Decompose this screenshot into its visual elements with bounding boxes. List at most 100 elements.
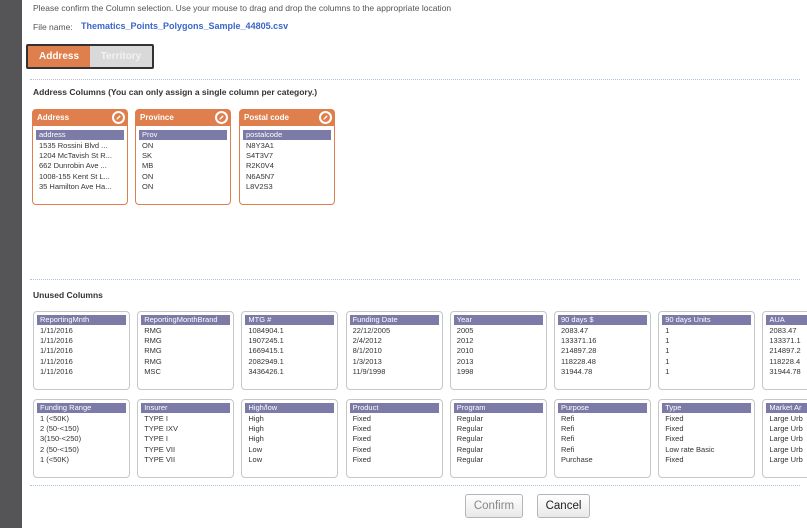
divider: [30, 79, 800, 80]
edit-category-button[interactable]: [319, 111, 332, 124]
column-cell: 214897.2: [769, 346, 801, 356]
column-cell: 1535 Rossini Blvd ...: [39, 141, 108, 150]
column-header[interactable]: ReportingMnth: [37, 315, 126, 325]
column-cell: 1/11/2016: [40, 356, 73, 366]
column-cell: 1/11/2016: [40, 326, 73, 335]
unused-column-card[interactable]: ReportingMonthBrand RMG RMG RMG RMG MSC: [137, 311, 235, 390]
column-cell: Fixed: [665, 424, 684, 434]
column-header[interactable]: Insurer: [141, 403, 231, 413]
column-cell: 1 (<50K): [40, 454, 69, 464]
unused-column-card[interactable]: 90 days Units 1 1 1 1 1: [658, 311, 756, 390]
column-header[interactable]: ReportingMonthBrand: [141, 315, 231, 325]
column-cell: 1204 McTavish St R...: [39, 151, 112, 161]
column-cell: RMG: [144, 346, 162, 356]
column-header[interactable]: Program: [453, 403, 543, 413]
column-header[interactable]: address: [36, 130, 124, 140]
column-header[interactable]: High/low: [245, 403, 335, 413]
column-cell: Refi: [561, 434, 575, 444]
column-cell: 2010: [456, 346, 474, 356]
column-rows: ON SK MB ON ON: [142, 141, 227, 192]
column-cell: TYPE I: [144, 434, 168, 444]
category-label: Address: [37, 113, 70, 122]
unused-column-card[interactable]: Purpose Refi Refi Refi Refi Purchase: [554, 399, 651, 478]
column-header[interactable]: Funding Date: [349, 315, 439, 325]
column-header[interactable]: Prov: [139, 130, 227, 140]
column-cell: Fixed: [665, 414, 684, 423]
column-header[interactable]: Product: [349, 403, 439, 413]
column-header[interactable]: Funding Range: [37, 403, 126, 413]
column-header[interactable]: Purpose: [558, 403, 647, 413]
column-cell: Regular: [456, 414, 484, 423]
column-rows: 1084904.1 1907245.1 1669415.1 2082949.1 3436…: [248, 326, 334, 377]
column-rows: Fixed Fixed Fixed Fixed Fixed: [353, 414, 439, 465]
column-cell: 2 (50-<150): [40, 444, 79, 454]
tab-address[interactable]: Address: [28, 46, 90, 67]
confirm-button[interactable]: Confirm: [465, 494, 523, 518]
column-cell: 1 (<50K): [40, 414, 69, 423]
column-cell: 2083.47: [769, 326, 797, 335]
column-cell: 1084904.1: [248, 326, 284, 335]
unused-column-card[interactable]: Year 2005 2012 2010 2013 1998: [449, 311, 547, 390]
unused-column-card[interactable]: ReportingMnth 1/11/2016 1/11/2016 1/11/2016…: [33, 311, 130, 390]
unused-column-card[interactable]: MTG #1084904.1 1907245.1 1669415.1 2082949.…: [241, 311, 339, 390]
unused-column-card[interactable]: Type Fixed Fixed Fixed Low rate Basic Fixed: [658, 399, 756, 478]
column-header[interactable]: AUA: [766, 315, 807, 325]
column-cell: 1: [665, 356, 670, 366]
column-cell: Regular: [456, 424, 484, 434]
column-header[interactable]: Type: [662, 403, 752, 413]
column-cell: Fixed: [665, 434, 684, 444]
column-cell: Large Urb: [769, 424, 803, 434]
category-header: Address: [33, 110, 127, 126]
unused-column-card[interactable]: Product Fixed Fixed Fixed Fixed Fixed: [345, 399, 443, 478]
column-header[interactable]: MTG #: [245, 315, 335, 325]
column-rows: Large Urb Large Urb Large Urb Large Urb Larg…: [769, 414, 807, 465]
column-cell: MSC: [144, 366, 161, 376]
column-rows: N8Y3A1 S4T3V7 R2K0V4 N6A5N7 L8V2S3: [246, 141, 331, 192]
column-rows: 11111: [665, 326, 751, 377]
column-header[interactable]: 90 days Units: [662, 315, 752, 325]
column-cell: 1998: [456, 366, 474, 376]
column-cell: Large Urb: [769, 434, 803, 444]
column-cell: 3436426.1: [248, 366, 284, 376]
edit-category-button[interactable]: [215, 111, 228, 124]
column-cell: Regular: [456, 444, 484, 454]
unused-column-card[interactable]: High/low High High High Low Low: [241, 399, 339, 478]
column-cell: RMG: [144, 326, 162, 335]
column-header[interactable]: Market Ar: [766, 403, 807, 413]
tab-territory[interactable]: Territory: [90, 46, 152, 67]
column-cell: RMG: [144, 336, 162, 346]
column-cell: ON: [142, 181, 154, 191]
unused-column-card[interactable]: Funding Date 22/12/2005 2/4/2012 8/1/2010 1/…: [345, 311, 443, 390]
column-cell: ON: [142, 171, 154, 181]
unused-column-card[interactable]: 90 days $2083.47 133371.16 214897.28 118228…: [554, 311, 651, 390]
category-label: Postal code: [244, 113, 289, 122]
category-label: Province: [140, 113, 174, 122]
column-cell: L8V2S3: [246, 181, 273, 191]
column-cell: Large Urb: [769, 444, 803, 454]
column-cell: Fixed: [352, 414, 371, 423]
column-header[interactable]: 90 days $: [558, 315, 647, 325]
unused-column-card[interactable]: Funding Range 1 (<50K) 2 (50-<150) 3(150-<2…: [33, 399, 130, 478]
column-header[interactable]: postalcode: [243, 130, 331, 140]
column-cell: 8/1/2010: [352, 346, 382, 356]
cancel-button[interactable]: Cancel: [537, 494, 590, 518]
pencil-icon: [116, 115, 121, 120]
column-cell: Fixed: [352, 424, 371, 434]
column-cell: 1/11/2016: [40, 336, 73, 346]
column-cell: 1: [665, 336, 670, 346]
edit-category-button[interactable]: [112, 111, 125, 124]
column-rows: 2083.47 133371.1 214897.2 118228.4 31944.78: [769, 326, 807, 377]
column-cell: TYPE VII: [144, 454, 176, 464]
unused-column-card[interactable]: AUA 2083.47 133371.1 214897.2 118228.4 31944.…: [762, 311, 807, 390]
unused-column-card[interactable]: Market Ar Large Urb Large Urb Large Urb Larg…: [762, 399, 807, 478]
unused-column-card[interactable]: Program Regular Regular Regular Regular Regul…: [449, 399, 547, 478]
column-cell: Refi: [561, 444, 575, 454]
column-selection-dialog: Please confirm the Column selection. Use…: [22, 0, 807, 528]
column-cell: TYPE IXV: [144, 424, 178, 434]
unused-column-card[interactable]: Insurer TYPE I TYPE IXV TYPE I TYPE VII TYPE …: [137, 399, 235, 478]
column-rows: Fixed Fixed Fixed Low rate Basic Fixed: [665, 414, 751, 465]
column-cell: 2013: [456, 356, 474, 366]
column-header[interactable]: Year: [453, 315, 543, 325]
column-cell: S4T3V7: [246, 151, 274, 161]
column-cell: Refi: [561, 424, 575, 434]
